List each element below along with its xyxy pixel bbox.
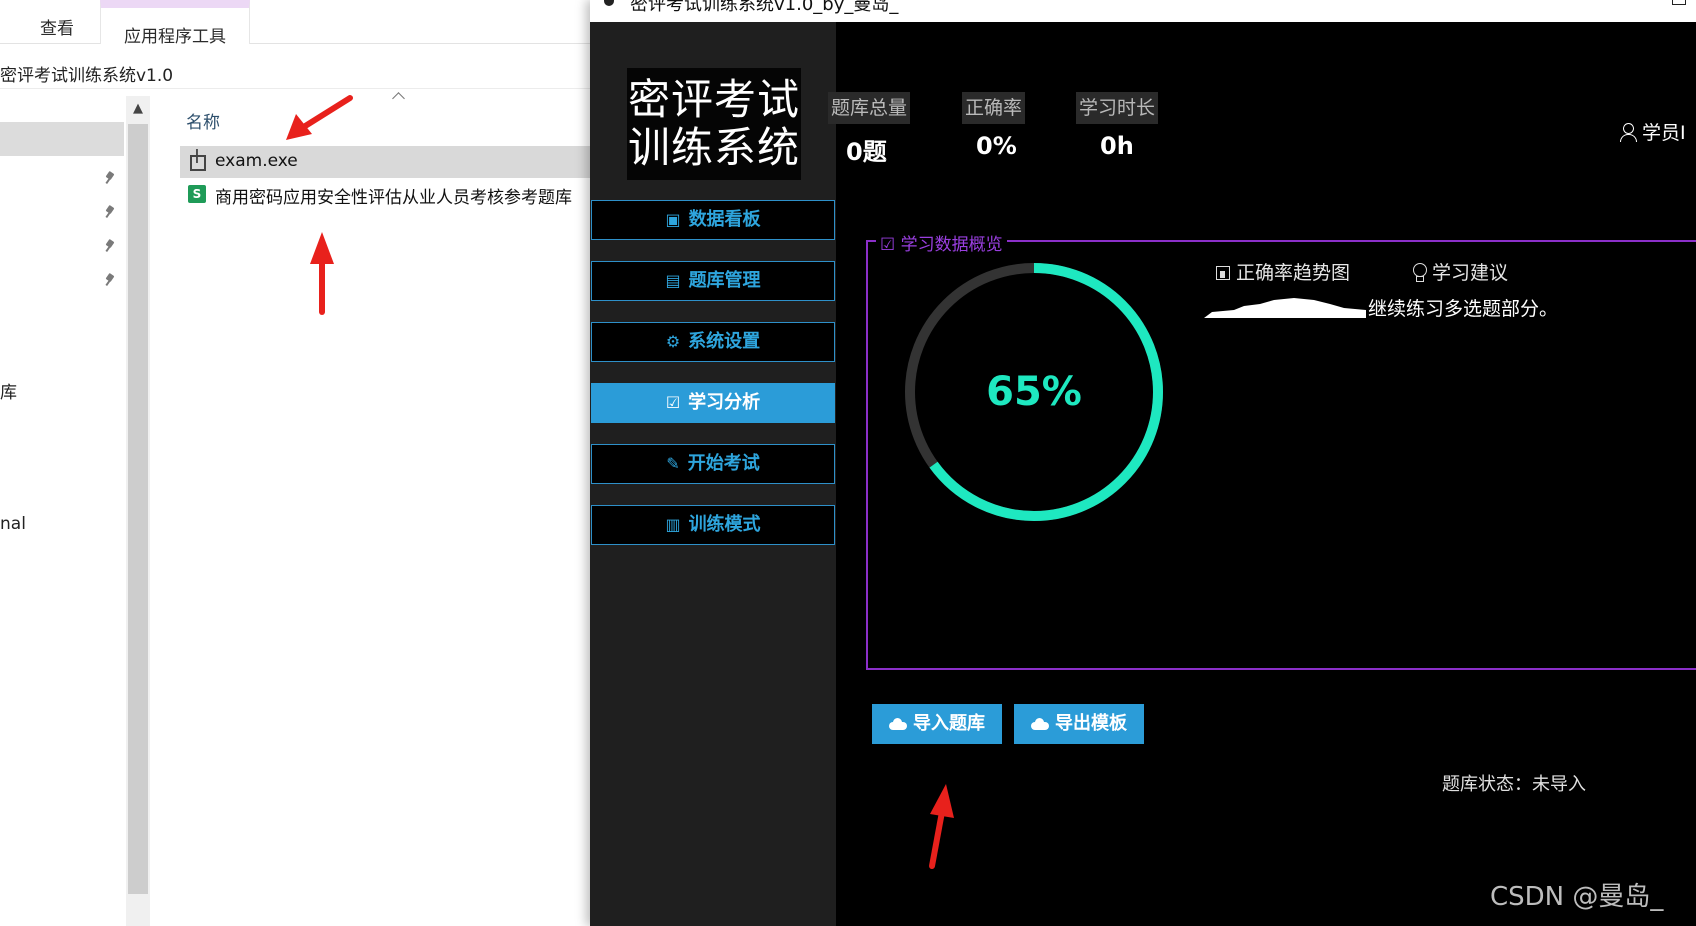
- stat-value-accuracy: 0%: [976, 132, 1017, 160]
- app-icon: [604, 0, 614, 6]
- trend-title-text: 正确率趋势图: [1236, 262, 1351, 284]
- trend-area: [1204, 298, 1366, 318]
- pencil-icon: ✎: [666, 454, 680, 473]
- pin-icon: [104, 274, 116, 286]
- stat-value-study-time: 0h: [1100, 132, 1134, 160]
- panel-title: ☑ 学习数据概览: [876, 230, 1007, 255]
- nav-question-bank-button[interactable]: ▤ 题库管理: [591, 261, 835, 301]
- sidebar: 密评考试 训练系统 ▣ 数据看板 ▤ 题库管理 ⚙ 系统设置 ☑ 学习分析 ✎ 开始考试 …: [590, 22, 836, 926]
- upload-icon: [889, 718, 907, 730]
- nav-label: 题库管理: [688, 270, 761, 291]
- nav-scrollbar[interactable]: ▲: [126, 96, 150, 926]
- scroll-up-icon[interactable]: ▲: [126, 96, 150, 122]
- nav-item-fragment[interactable]: 库: [0, 378, 17, 403]
- stat-label-accuracy: 正确率: [962, 92, 1026, 124]
- bar-chart-icon: [1216, 266, 1230, 280]
- nav-label: 学习分析: [688, 392, 761, 413]
- progress-ring: 65%: [904, 262, 1164, 522]
- dashboard-icon: ▣: [665, 210, 681, 229]
- scroll-thumb[interactable]: [128, 124, 148, 894]
- app-logo: 密评考试 训练系统: [627, 68, 801, 180]
- file-explorer-window: 查看 应用程序工具 密评考试训练系统v1.0 库 nal ▲ 名称 exam.e…: [0, 0, 600, 926]
- pin-icon: [104, 240, 116, 252]
- nav-label: 开始考试: [687, 453, 760, 474]
- ribbon-tab-app-tools[interactable]: 应用程序工具: [100, 0, 250, 47]
- lightbulb-icon: [1412, 263, 1427, 282]
- ribbon-tab-view[interactable]: 查看: [40, 14, 74, 39]
- nav-item-fragment[interactable]: nal: [0, 514, 26, 534]
- advice-title-text: 学习建议: [1432, 262, 1509, 284]
- file-name: exam.exe: [215, 151, 298, 171]
- pin-icon: [104, 172, 116, 184]
- advice-text: 继续练习多选题部分。: [1368, 298, 1559, 320]
- title-bar[interactable]: 密评考试训练系统v1.0_by_曼岛_: [590, 0, 1696, 22]
- nav-start-exam-button[interactable]: ✎ 开始考试: [591, 444, 835, 484]
- sort-caret-icon: [392, 94, 404, 102]
- training-icon: ▥: [665, 515, 681, 534]
- user-icon: [1620, 123, 1637, 142]
- app-window: 密评考试训练系统v1.0_by_曼岛_ 密评考试 训练系统 ▣ 数据看板 ▤ 题库管…: [590, 0, 1696, 926]
- trend-title: 正确率趋势图: [1216, 258, 1350, 285]
- gear-icon: ⚙: [665, 332, 681, 351]
- maximize-icon[interactable]: [1672, 0, 1686, 5]
- trend-sparkline: [1204, 298, 1366, 318]
- file-row[interactable]: exam.exe: [180, 146, 600, 178]
- nav-settings-button[interactable]: ⚙ 系统设置: [591, 322, 835, 362]
- nav-label: 训练模式: [688, 514, 761, 535]
- nav-analysis-button[interactable]: ☑ 学习分析: [591, 383, 835, 423]
- ribbon-tabs: 查看 应用程序工具: [0, 0, 600, 47]
- main-content: 题库总量 0题 正确率 0% 学习时长 0h 学员I ☑ 学习数据概览 65% …: [828, 22, 1696, 926]
- file-row[interactable]: S 商用密码应用安全性评估从业人员考核参考题库: [180, 178, 600, 210]
- advice-title: 学习建议: [1412, 258, 1508, 285]
- nav-training-button[interactable]: ▥ 训练模式: [591, 505, 835, 545]
- user-info[interactable]: 学员I: [1620, 118, 1686, 145]
- stat-label-study-time: 学习时长: [1076, 92, 1159, 124]
- bank-status: 题库状态：未导入: [1442, 774, 1586, 795]
- nav-label: 数据看板: [688, 209, 761, 230]
- nav-selected-item[interactable]: [0, 122, 124, 156]
- import-label: 导入题库: [913, 713, 985, 734]
- pin-icon: [104, 206, 116, 218]
- screen: 查看 应用程序工具 密评考试训练系统v1.0 库 nal ▲ 名称 exam.e…: [0, 0, 1696, 926]
- stat-label-total: 题库总量: [828, 92, 911, 124]
- address-path: 密评考试训练系统v1.0: [0, 66, 174, 86]
- progress-percent: 65%: [986, 369, 1082, 415]
- overview-panel: ☑ 学习数据概览 65% 正确率趋势图 学习建议 继续练习多选题部分。: [866, 230, 1696, 670]
- database-icon: ▤: [665, 271, 681, 290]
- watermark: CSDN @曼岛_: [1490, 882, 1664, 912]
- import-bank-button[interactable]: 导入题库: [872, 704, 1002, 744]
- stat-value-total: 0题: [846, 138, 887, 166]
- upload-icon: [1031, 718, 1049, 730]
- spreadsheet-icon: S: [188, 185, 206, 203]
- column-header-name[interactable]: 名称: [186, 108, 220, 133]
- nav-dashboard-button[interactable]: ▣ 数据看板: [591, 200, 835, 240]
- export-template-button[interactable]: 导出模板: [1014, 704, 1144, 744]
- file-name: 商用密码应用安全性评估从业人员考核参考题库: [215, 188, 572, 208]
- logo-line-1: 密评考试: [627, 75, 800, 124]
- export-label: 导出模板: [1055, 713, 1127, 734]
- exe-icon: [185, 146, 209, 171]
- address-bar[interactable]: 密评考试训练系统v1.0: [0, 55, 600, 89]
- window-title: 密评考试训练系统v1.0_by_曼岛_: [630, 0, 899, 15]
- logo-line-2: 训练系统: [627, 123, 800, 172]
- nav-label: 系统设置: [688, 331, 761, 352]
- checkbox-icon: ☑: [665, 393, 681, 412]
- user-name: 学员I: [1642, 122, 1686, 144]
